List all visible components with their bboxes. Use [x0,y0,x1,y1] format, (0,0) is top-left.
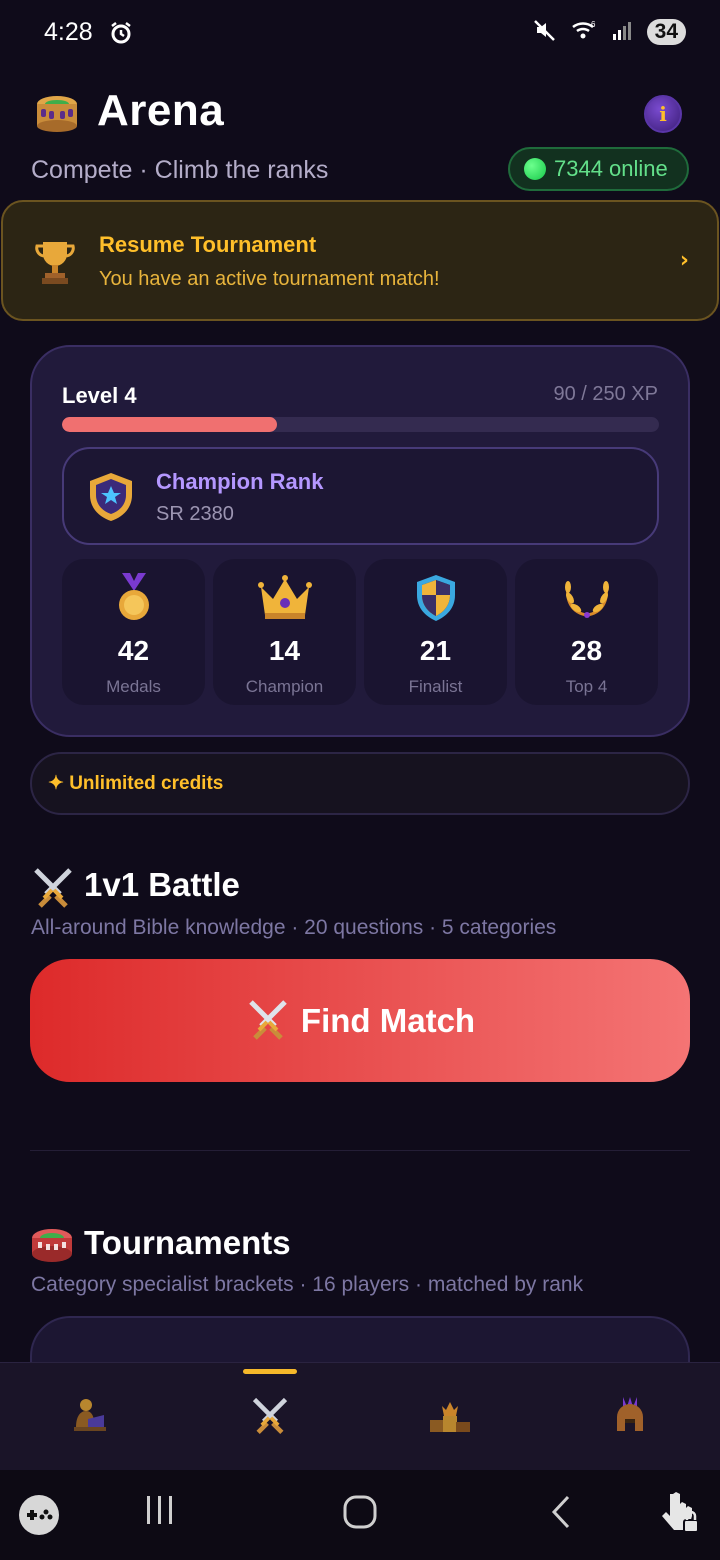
online-count: 7344 online [554,156,668,181]
find-match-label: Find Match [300,1001,476,1039]
stat-value: 42 [117,635,150,666]
home-icon [342,1494,378,1534]
stadium-icon [30,1226,74,1268]
stat-value: 21 [419,635,452,666]
stat-tile-top4: 28 Top 4 [515,559,658,705]
rank-title: Champion Rank [156,469,324,494]
bottom-tab-bar [0,1362,720,1470]
battle-section-title: 1v1 Battle [84,866,240,903]
online-dot-icon [524,158,546,180]
crown-icon [213,573,356,621]
touch-lock-icon [660,1490,702,1540]
section-divider [30,1150,690,1151]
tab-leaderboard[interactable] [360,1363,540,1471]
info-button[interactable]: i [644,95,682,133]
xp-progress-bar [62,417,659,432]
stat-label: Medals [106,677,161,696]
level-card: Level 4 90 / 250 XP Champion Rank SR 238… [30,345,690,737]
home-button[interactable] [342,1494,378,1534]
online-count-badge: 7344 online [508,147,689,191]
podium-icon [428,1396,472,1438]
game-launcher-button[interactable] [18,1494,60,1540]
stat-value: 14 [268,635,301,666]
shield-star-icon [86,471,136,527]
touch-lock-button[interactable] [660,1490,702,1540]
back-icon [548,1494,576,1534]
level-label: Level 4 [62,383,137,408]
resume-tournament-subtitle: You have an active tournament match! [99,268,440,290]
status-time: 4:28 [44,18,93,46]
tab-reader[interactable] [0,1363,180,1471]
xp-label: 90 / 250 XP [553,383,658,405]
page-title: Arena [97,86,225,135]
stat-label: Champion [245,677,324,696]
back-button[interactable] [548,1494,576,1534]
credits-badge: ✦ Unlimited credits [30,752,690,815]
reader-icon [70,1397,110,1437]
status-bar: 4:28 6 34 [0,0,720,70]
svg-text:6: 6 [591,20,596,29]
medal-icon [62,573,205,623]
info-icon: i [659,102,667,126]
laurel-icon [515,573,658,619]
stat-label: Top 4 [565,677,608,696]
battle-section-subtitle: All-around Bible knowledge · 20 question… [31,916,557,939]
tab-battle[interactable] [180,1363,360,1471]
helmet-icon [613,1395,647,1439]
tournaments-section-title: Tournaments [84,1224,291,1261]
mute-icon [533,18,557,46]
tournaments-section-subtitle: Category specialist brackets · 16 player… [31,1273,584,1296]
shield-icon [364,573,507,623]
stat-tile-medals: 42 Medals [62,559,205,705]
recent-apps-icon [144,1494,176,1530]
resume-tournament-banner[interactable]: Resume Tournament You have an active tou… [1,200,719,321]
stat-value: 28 [570,635,603,666]
resume-tournament-title: Resume Tournament [99,232,317,257]
page-subtitle: Compete · Climb the ranks [31,156,329,184]
colosseum-icon [34,92,80,134]
gamepad-icon [18,1494,60,1540]
credits-text: ✦ Unlimited credits [48,773,224,794]
swords-icon [245,998,291,1044]
active-tab-indicator [243,1369,297,1374]
rank-box[interactable]: Champion Rank SR 2380 [62,447,659,545]
wifi-icon: 6 [571,19,597,45]
stat-tile-finalist: 21 Finalist [364,559,507,705]
rank-sr: SR 2380 [156,503,234,525]
alarm-icon [110,21,132,49]
chevron-right-icon: › [679,248,689,273]
swords-icon [30,866,76,912]
battery-indicator: 34 [646,19,686,45]
trophy-icon [33,238,77,290]
tab-profile[interactable] [540,1363,720,1471]
swords-icon [249,1395,291,1439]
find-match-button[interactable]: Find Match [30,959,690,1082]
stat-label: Finalist [408,677,463,696]
recent-apps-button[interactable] [144,1494,176,1530]
stat-tile-champion: 14 Champion [213,559,356,705]
signal-icon [611,19,633,45]
xp-progress-fill [62,417,277,432]
system-navigation-bar [0,1470,720,1560]
